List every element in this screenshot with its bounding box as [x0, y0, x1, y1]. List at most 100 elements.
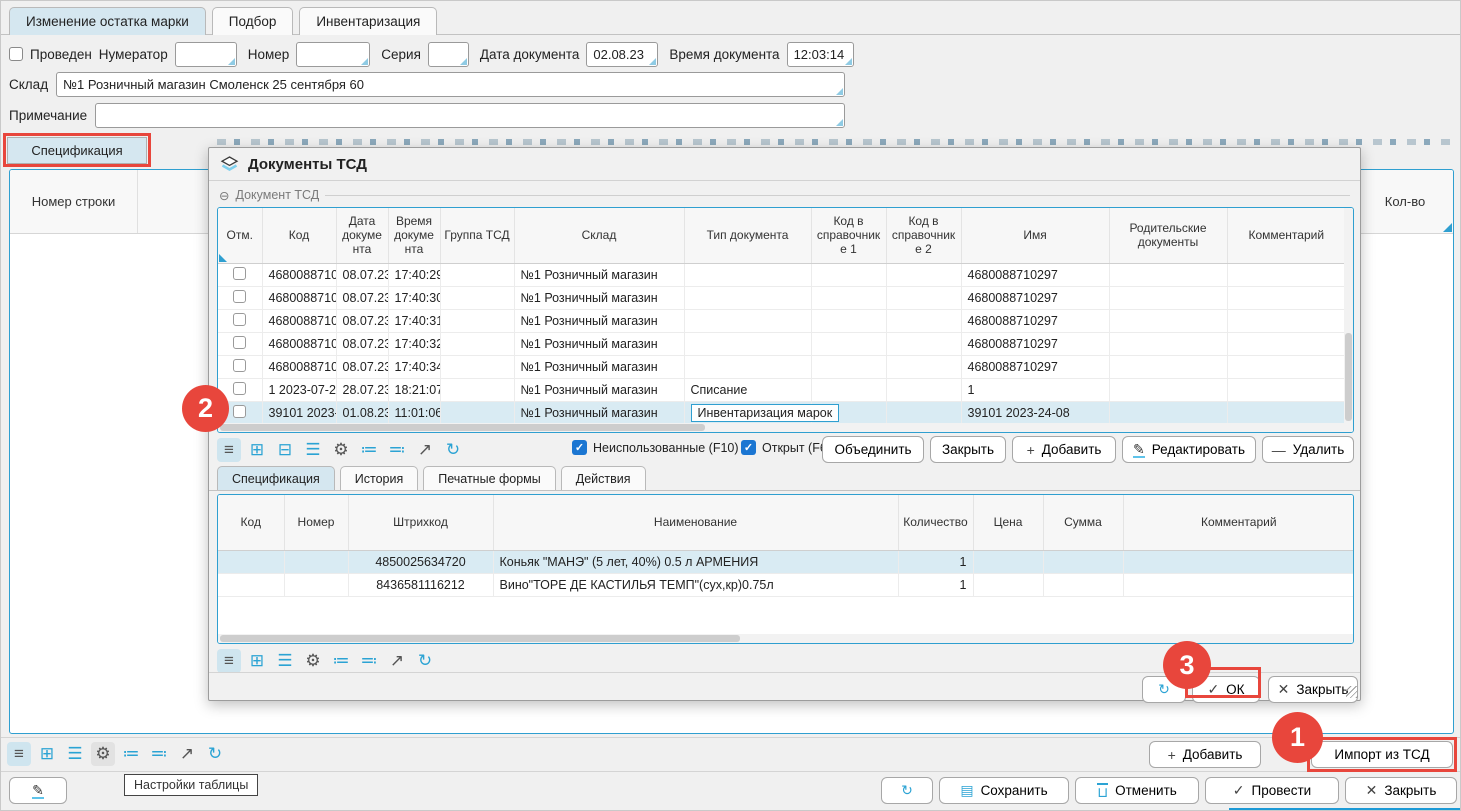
- grid-view-icon[interactable]: ⊞: [245, 649, 269, 673]
- refresh-icon[interactable]: ↻: [413, 649, 437, 673]
- numerator-input[interactable]: [175, 42, 237, 67]
- settings-gear-icon[interactable]: ⚙: [329, 438, 353, 462]
- row-checkbox[interactable]: [233, 336, 246, 349]
- row-checkbox[interactable]: [233, 382, 246, 395]
- tab-inventarizaciya[interactable]: Инвентаризация: [299, 7, 437, 35]
- close-window-button[interactable]: ✕Закрыть: [1345, 777, 1457, 804]
- numbered-list-icon[interactable]: ≔: [357, 438, 381, 462]
- import-from-tsd-button[interactable]: Импорт из ТСД: [1311, 741, 1453, 768]
- col-doc-date[interactable]: Дата документа: [336, 208, 388, 263]
- merge-button[interactable]: Объединить: [822, 436, 924, 463]
- open-editor-button[interactable]: ✎: [9, 777, 67, 804]
- export-icon[interactable]: ↗: [385, 649, 409, 673]
- add-row-button[interactable]: +Добавить: [1149, 741, 1261, 768]
- tab-actions[interactable]: Действия: [561, 466, 646, 491]
- doc-date-input[interactable]: 02.08.23: [586, 42, 658, 67]
- series-input[interactable]: [428, 42, 469, 67]
- warehouse-input[interactable]: №1 Розничный магазин Смоленск 25 сентябр…: [56, 72, 845, 97]
- specification-section-button[interactable]: Спецификация: [7, 137, 147, 164]
- col-tsd-group[interactable]: Группа ТСД: [440, 208, 514, 263]
- row-checkbox[interactable]: [233, 359, 246, 372]
- col-parents[interactable]: Родительские документы: [1109, 208, 1227, 263]
- number-input[interactable]: [296, 42, 370, 67]
- table-row[interactable]: 39101 2023-24-0801.08.2311:01:06№1 Розни…: [218, 401, 1346, 424]
- add-doc-button[interactable]: +Добавить: [1012, 436, 1116, 463]
- table-row[interactable]: 468008871029708.07.2317:40:34№1 Розничны…: [218, 355, 1346, 378]
- add-row-icon[interactable]: ≕: [357, 649, 381, 673]
- settings-gear-icon[interactable]: ⚙: [91, 742, 115, 766]
- col-spec-sum[interactable]: Сумма: [1043, 495, 1123, 550]
- edit-doc-button[interactable]: ✎Редактировать: [1122, 436, 1256, 463]
- add-row-icon[interactable]: ≕: [385, 438, 409, 462]
- export-icon[interactable]: ↗: [175, 742, 199, 766]
- grid-view-icon[interactable]: ⊞: [35, 742, 59, 766]
- col-warehouse[interactable]: Склад: [514, 208, 684, 263]
- col-spec-barcode[interactable]: Штрихкод: [348, 495, 493, 550]
- doc-table-vscrollbar[interactable]: [1344, 208, 1353, 423]
- col-name[interactable]: Имя: [961, 208, 1109, 263]
- cell-otm[interactable]: [218, 332, 262, 355]
- filter-unused[interactable]: ✓ Неиспользованные (F10): [572, 440, 739, 455]
- numbered-list-icon[interactable]: ≔: [329, 649, 353, 673]
- close-doc-button[interactable]: Закрыть: [930, 436, 1006, 463]
- filter-open[interactable]: ✓ Открыт (F6): [741, 440, 831, 455]
- cell-otm[interactable]: [218, 286, 262, 309]
- export-icon[interactable]: ↗: [413, 438, 437, 462]
- add-row-icon[interactable]: ≕: [147, 742, 171, 766]
- col-spec-qty[interactable]: Количество: [898, 495, 973, 550]
- row-checkbox[interactable]: [233, 313, 246, 326]
- filter-icon[interactable]: ☰: [301, 438, 325, 462]
- tab-izmenenie-ostatka-marki[interactable]: Изменение остатка марки: [9, 7, 206, 35]
- proveden-checkbox[interactable]: [9, 47, 23, 61]
- doc-time-input[interactable]: 12:03:14: [787, 42, 854, 67]
- doc-table-hscrollbar[interactable]: [218, 423, 1353, 432]
- post-button[interactable]: ✓Провести: [1205, 777, 1339, 804]
- col-spec-number[interactable]: Номер: [284, 495, 348, 550]
- col-ref1[interactable]: Код в справочнике 1: [811, 208, 886, 263]
- tab-podbor[interactable]: Подбор: [212, 7, 294, 35]
- col-spec-price[interactable]: Цена: [973, 495, 1043, 550]
- filter-icon[interactable]: ☰: [273, 649, 297, 673]
- row-checkbox[interactable]: [233, 290, 246, 303]
- row-view-icon[interactable]: ≡: [217, 438, 241, 462]
- col-row-number[interactable]: Номер строки: [10, 170, 138, 233]
- collapse-icon[interactable]: ⊖: [219, 188, 229, 203]
- save-button[interactable]: ▤Сохранить: [939, 777, 1069, 804]
- cell-otm[interactable]: [218, 355, 262, 378]
- col-ref2[interactable]: Код в справочнике 2: [886, 208, 961, 263]
- resize-grip[interactable]: [1346, 686, 1358, 698]
- tab-history[interactable]: История: [340, 466, 418, 491]
- table-row[interactable]: 1 2023-07-2828.07.2318:21:07№1 Розничный…: [218, 378, 1346, 401]
- table-row[interactable]: 468008871029708.07.2317:40:32№1 Розничны…: [218, 332, 1346, 355]
- col-spec-code[interactable]: Код: [218, 495, 284, 550]
- table-row[interactable]: 4850025634720Коньяк "МАНЭ" (5 лет, 40%) …: [218, 550, 1354, 573]
- numbered-list-icon[interactable]: ≔: [119, 742, 143, 766]
- unused-checkbox[interactable]: ✓: [572, 440, 587, 455]
- cell-otm[interactable]: [218, 263, 262, 286]
- open-checkbox[interactable]: ✓: [741, 440, 756, 455]
- col-qty[interactable]: Кол-во: [1356, 170, 1453, 233]
- table-row[interactable]: 468008871029708.07.2317:40:30№1 Розничны…: [218, 286, 1346, 309]
- col-comment[interactable]: Комментарий: [1227, 208, 1346, 263]
- row-checkbox[interactable]: [233, 267, 246, 280]
- col-code[interactable]: Код: [262, 208, 336, 263]
- refresh-icon[interactable]: ↻: [203, 742, 227, 766]
- tab-specification[interactable]: Спецификация: [217, 466, 335, 491]
- cancel-button[interactable]: ⊔Отменить: [1075, 777, 1199, 804]
- col-spec-comment[interactable]: Комментарий: [1123, 495, 1354, 550]
- row-checkbox[interactable]: [233, 405, 246, 418]
- note-input[interactable]: [95, 103, 845, 128]
- row-view-icon[interactable]: ≡: [7, 742, 31, 766]
- filter-icon[interactable]: ☰: [63, 742, 87, 766]
- col-spec-name[interactable]: Наименование: [493, 495, 898, 550]
- table-row[interactable]: 468008871029708.07.2317:40:31№1 Розничны…: [218, 309, 1346, 332]
- delete-doc-button[interactable]: —Удалить: [1262, 436, 1354, 463]
- table-row[interactable]: 468008871029708.07.2317:40:29№1 Розничны…: [218, 263, 1346, 286]
- calendar-icon[interactable]: ⊟: [273, 438, 297, 462]
- focused-cell-value[interactable]: Инвентаризация марок: [691, 404, 840, 422]
- settings-gear-icon[interactable]: ⚙: [301, 649, 325, 673]
- cell-otm[interactable]: [218, 309, 262, 332]
- tab-print-forms[interactable]: Печатные формы: [423, 466, 556, 491]
- col-otm[interactable]: Отм.: [218, 208, 262, 263]
- close-dialog-button[interactable]: ✕Закрыть: [1268, 676, 1358, 703]
